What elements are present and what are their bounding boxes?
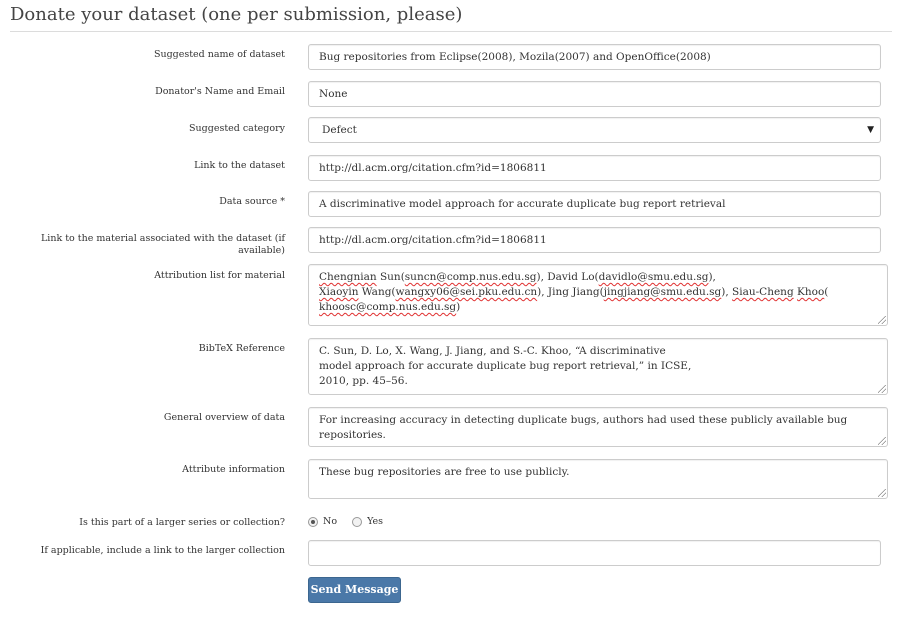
material-link-input[interactable]: http://dl.acm.org/citation.cfm?id=180681… bbox=[308, 227, 881, 253]
radio-no-label: No bbox=[323, 516, 338, 527]
attribution-email-2: davidlo@smu.edu.sg bbox=[598, 271, 709, 283]
category-value: Defect bbox=[322, 124, 357, 136]
attribute-info-textarea[interactable]: These bug repositories are free to use p… bbox=[308, 459, 888, 499]
material-link-label: Link to the material associated with the… bbox=[40, 233, 285, 256]
attribution-line-3: khoosc@comp.nus.edu.sg) bbox=[319, 301, 461, 313]
collection-link-input[interactable] bbox=[308, 540, 881, 566]
attribution-name-1: Chengnian bbox=[319, 271, 377, 283]
bibtex-line-1: C. Sun, D. Lo, X. Wang, J. Jiang, and S.… bbox=[319, 345, 666, 357]
attribution-email-5: khoosc@comp.nus.edu.sg bbox=[319, 301, 457, 313]
overview-label: General overview of data bbox=[163, 412, 285, 423]
dataset-name-input[interactable]: Bug repositories from Eclipse(2008), Moz… bbox=[308, 44, 881, 70]
radio-no[interactable] bbox=[308, 516, 318, 527]
dataset-link-input[interactable]: http://dl.acm.org/citation.cfm?id=180681… bbox=[308, 155, 881, 181]
attribution-line-2: Xiaoyin Wang(wangxy06@sei.pku.edu.cn), J… bbox=[319, 286, 829, 298]
attribute-info-label: Attribute information bbox=[182, 464, 285, 475]
radio-yes-label: Yes bbox=[367, 516, 384, 527]
overview-text: For increasing accuracy in detecting dup… bbox=[319, 414, 848, 441]
attribute-info-text: These bug repositories are free to use p… bbox=[319, 466, 570, 478]
bibtex-textarea[interactable]: C. Sun, D. Lo, X. Wang, J. Jiang, and S.… bbox=[308, 338, 888, 395]
page-title: Donate your dataset (one per submission,… bbox=[10, 4, 892, 32]
resize-handle-icon[interactable] bbox=[878, 489, 886, 497]
attribution-line-1: Chengnian Sun(suncn@comp.nus.edu.sg), Da… bbox=[319, 271, 716, 283]
bibtex-line-2: model approach for accurate duplicate bu… bbox=[319, 360, 692, 372]
attribution-email-1: suncn@comp.nus.edu.sg bbox=[404, 271, 537, 283]
attribution-email-3: wangxy06@sei.pku.edu.cn bbox=[395, 286, 538, 298]
donator-input[interactable]: None bbox=[308, 81, 881, 107]
dataset-name-label: Suggested name of dataset bbox=[153, 49, 285, 60]
attribution-textarea[interactable]: Chengnian Sun(suncn@comp.nus.edu.sg), Da… bbox=[308, 264, 888, 326]
category-label: Suggested category bbox=[189, 123, 285, 134]
donator-label: Donator's Name and Email bbox=[155, 86, 285, 97]
attribution-label: Attribution list for material bbox=[154, 270, 285, 281]
bibtex-line-3: 2010, pp. 45–56. bbox=[319, 375, 408, 387]
resize-handle-icon[interactable] bbox=[878, 385, 886, 393]
send-message-button[interactable]: Send Message bbox=[308, 577, 401, 603]
category-select[interactable]: Defect ▼ bbox=[308, 117, 881, 143]
data-source-input[interactable]: A discriminative model approach for accu… bbox=[308, 191, 881, 217]
overview-textarea[interactable]: For increasing accuracy in detecting dup… bbox=[308, 407, 888, 447]
resize-handle-icon[interactable] bbox=[878, 437, 886, 445]
radio-yes[interactable] bbox=[352, 516, 363, 527]
data-source-label: Data source * bbox=[219, 196, 285, 207]
dataset-link-label: Link to the dataset bbox=[194, 160, 285, 171]
series-radio-group: No Yes bbox=[308, 516, 395, 530]
collection-link-label: If applicable, include a link to the lar… bbox=[40, 545, 285, 556]
bibtex-label: BibTeX Reference bbox=[198, 343, 285, 354]
series-label: Is this part of a larger series or colle… bbox=[79, 517, 285, 528]
resize-handle-icon[interactable] bbox=[878, 316, 886, 324]
chevron-down-icon: ▼ bbox=[867, 125, 874, 135]
attribution-email-4: jingjiang@smu.edu.sg bbox=[603, 286, 722, 298]
